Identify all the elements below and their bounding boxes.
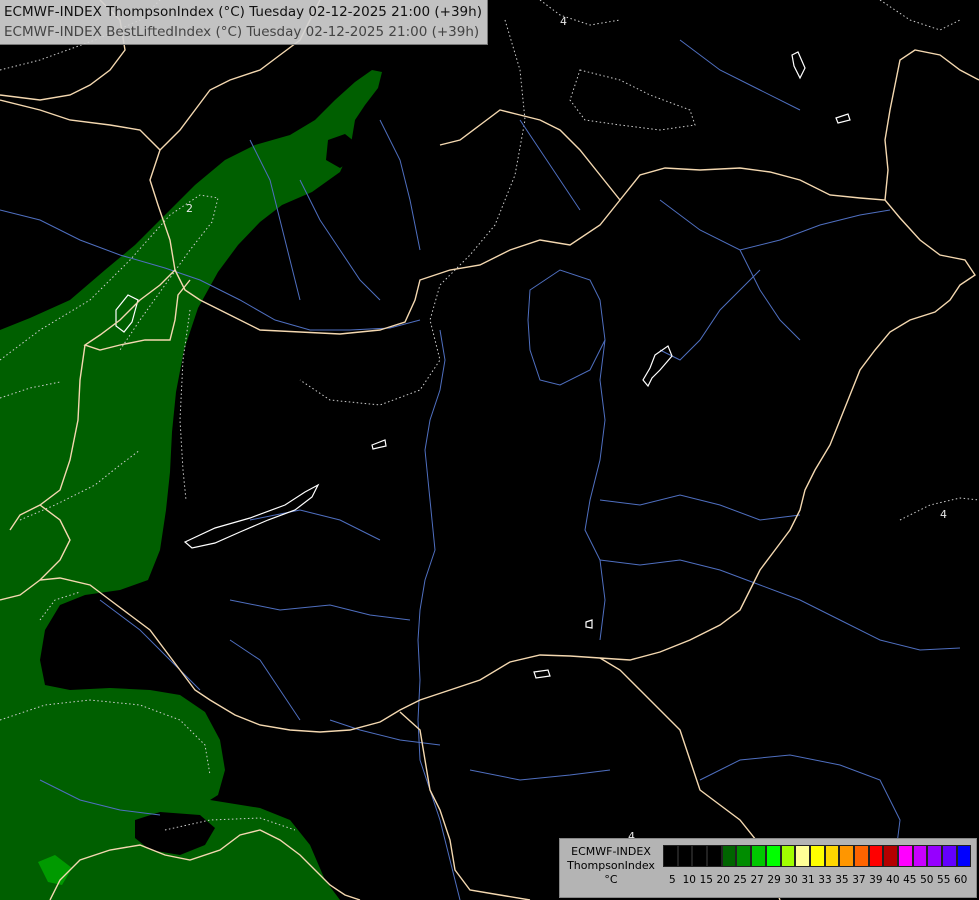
legend-tick: 25 (733, 874, 747, 886)
legend-tick: 55 (937, 874, 951, 886)
legend-tick: 31 (801, 874, 815, 886)
legend-swatch (736, 845, 752, 867)
legend-swatch (721, 845, 737, 867)
contour-label: 4 (560, 15, 567, 28)
legend-swatch (868, 845, 884, 867)
legend-swatch (692, 845, 708, 867)
legend-tick: 29 (767, 874, 781, 886)
legend-swatch (942, 845, 957, 867)
map-header: ECMWF-INDEX ThompsonIndex (°C) Tuesday 0… (0, 0, 488, 45)
legend-swatch (765, 845, 781, 867)
legend-title-line: ThompsonIndex (567, 859, 655, 872)
legend-tick: 30 (784, 874, 798, 886)
legend-swatch (853, 845, 869, 867)
legend-swatch (927, 845, 943, 867)
legend-tick: 33 (818, 874, 832, 886)
legend-title: ECMWF-INDEX ThompsonIndex °C (563, 845, 659, 887)
legend-tick: 50 (920, 874, 934, 886)
legend-swatch (780, 845, 796, 867)
legend-swatches (663, 845, 972, 867)
legend-tick: 15 (699, 874, 713, 886)
legend-swatch (956, 845, 972, 867)
header-secondary-title: ECMWF-INDEX BestLiftedIndex (°C) Tuesday… (4, 24, 480, 40)
contour-label: 4 (940, 508, 947, 521)
legend-tick: 60 (953, 874, 968, 886)
legend-swatch (912, 845, 928, 867)
legend-swatch (839, 845, 854, 867)
header-primary-title: ECMWF-INDEX ThompsonIndex (°C) Tuesday 0… (4, 4, 482, 20)
legend-tick: 37 (852, 874, 866, 886)
legend-swatch (883, 845, 898, 867)
legend-tick: 45 (903, 874, 917, 886)
legend-swatch (824, 845, 840, 867)
legend-title-line: ECMWF-INDEX (571, 845, 651, 858)
weather-map: 2 4 4 4 (0, 0, 979, 900)
legend-tick: 20 (716, 874, 730, 886)
legend-tick: 5 (668, 874, 676, 886)
legend-tick: 39 (869, 874, 883, 886)
legend-swatch (751, 845, 766, 867)
contour-label: 2 (186, 202, 193, 215)
legend-tick: 10 (682, 874, 696, 886)
legend-title-line: °C (604, 873, 618, 886)
legend-tick: 27 (750, 874, 764, 886)
legend-swatch (795, 845, 810, 867)
legend-swatch (677, 845, 693, 867)
color-legend: ECMWF-INDEX ThompsonIndex °C 5 10 15 20 25 27… (559, 838, 977, 898)
legend-swatch (898, 845, 913, 867)
legend-tick: 40 (886, 874, 900, 886)
legend-swatch (663, 845, 678, 867)
legend-tick: 35 (835, 874, 849, 886)
legend-swatch (707, 845, 722, 867)
legend-swatch (809, 845, 825, 867)
